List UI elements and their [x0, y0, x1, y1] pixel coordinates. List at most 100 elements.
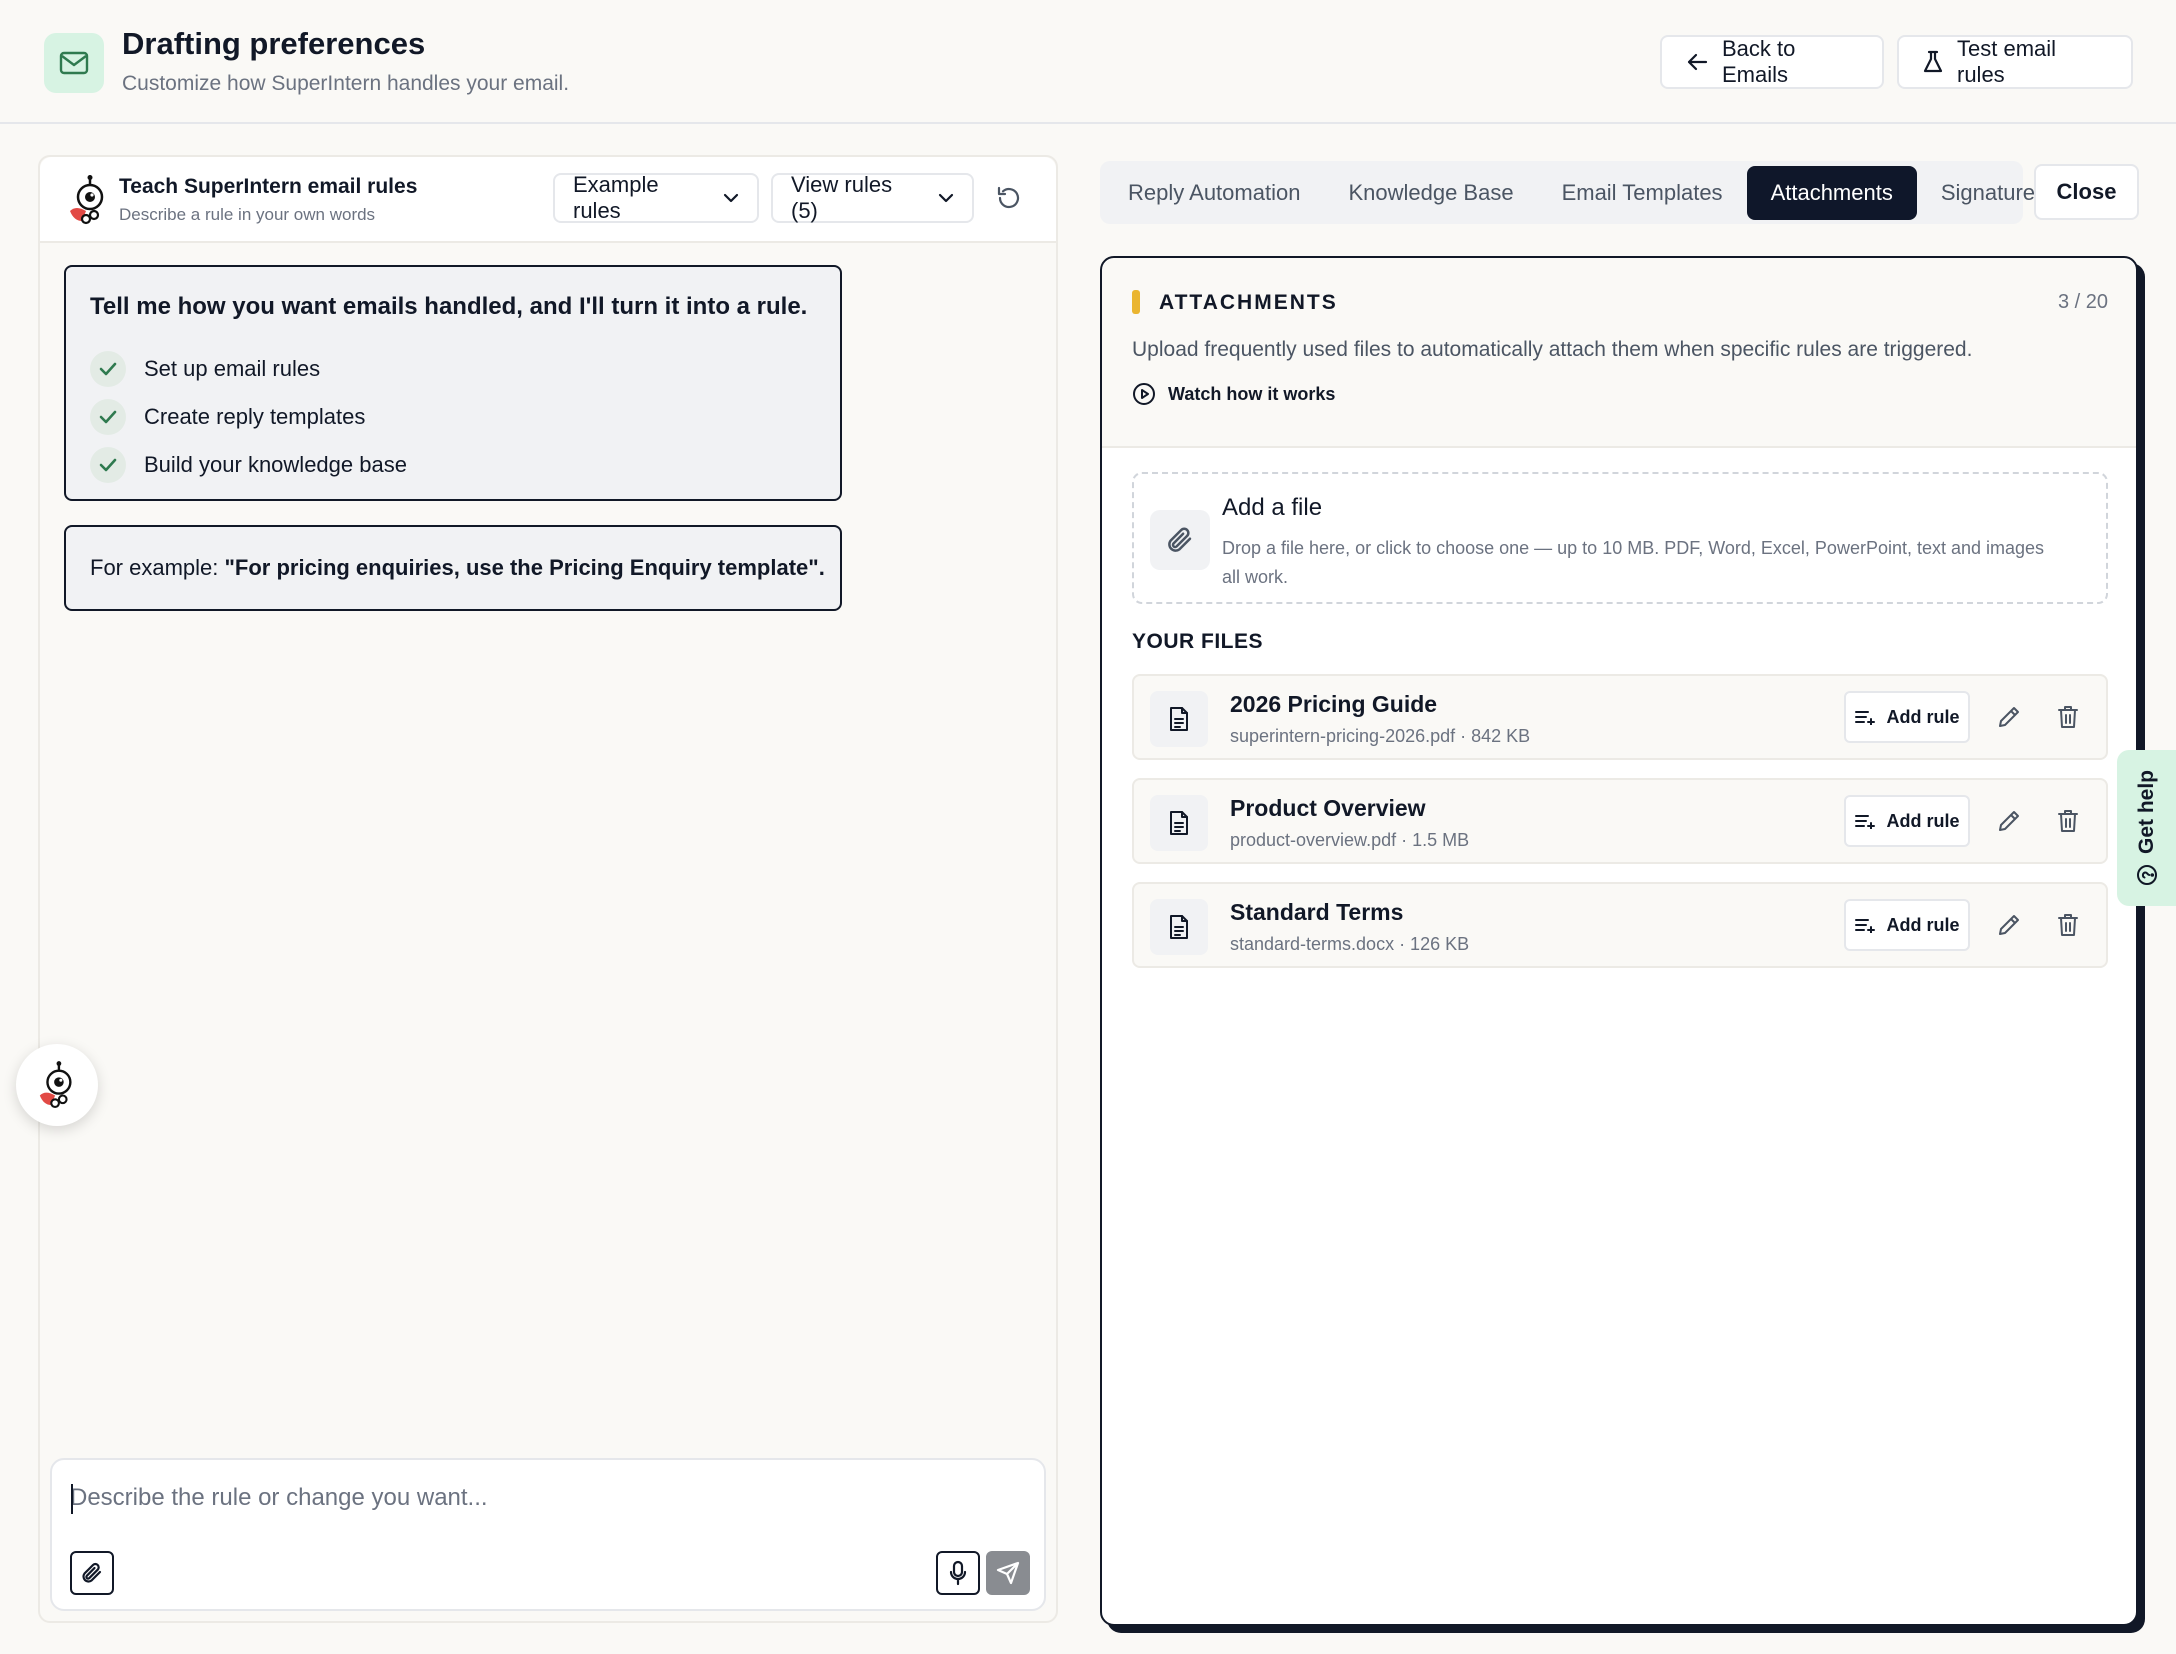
arrow-left-icon	[1686, 52, 1708, 72]
file-meta: standard-terms.docx · 126 KB	[1230, 934, 1470, 954]
add-rule-button[interactable]: Add rule	[1844, 899, 1970, 951]
list-add-icon	[1854, 917, 1876, 933]
tab-reply-automation[interactable]: Reply Automation	[1104, 166, 1324, 220]
voice-input-button[interactable]	[936, 1551, 980, 1595]
tab-knowledge-base[interactable]: Knowledge Base	[1324, 166, 1537, 220]
send-icon	[996, 1561, 1020, 1585]
check-icon	[90, 447, 126, 483]
attachments-panel: ATTACHMENTS 3 / 20 Upload frequently use…	[1100, 256, 2138, 1626]
file-meta: superintern-pricing-2026.pdf · 842 KB	[1230, 726, 1531, 746]
attachments-heading: ATTACHMENTS	[1159, 291, 1338, 314]
file-name: Standard Terms	[1230, 899, 1404, 925]
add-rule-button[interactable]: Add rule	[1844, 691, 1970, 743]
check-icon	[90, 351, 126, 387]
superintern-bot-icon	[66, 175, 110, 225]
check-icon	[90, 399, 126, 435]
help-circle-icon	[2136, 864, 2158, 886]
assistant-bot-button[interactable]	[16, 1044, 98, 1126]
example-rules-dropdown[interactable]: Example rules	[553, 172, 759, 223]
add-rule-label: Add rule	[1886, 810, 1960, 831]
example-text: For example: "For pricing enquiries, use…	[90, 555, 825, 581]
example-prefix: For example:	[90, 555, 225, 580]
add-rule-label: Add rule	[1886, 914, 1960, 935]
document-icon	[1150, 795, 1208, 851]
send-button[interactable]	[986, 1551, 1030, 1595]
microphone-icon	[949, 1560, 967, 1586]
rule-chat-title: Teach SuperIntern email rules	[119, 175, 418, 198]
example-card: For example: "For pricing enquiries, use…	[64, 525, 842, 611]
reset-conversation-icon[interactable]	[995, 184, 1023, 212]
example-rules-label: Example rules	[573, 172, 659, 223]
settings-tabs: Reply Automation Knowledge Base Email Te…	[1100, 161, 2035, 224]
dropzone-title: Add a file	[1222, 494, 1323, 521]
watch-how-it-works-link[interactable]: Watch how it works	[1132, 382, 1335, 406]
get-help-content: Get help	[2135, 770, 2159, 886]
mail-icon	[44, 33, 104, 93]
page-subtitle: Customize how SuperIntern handles your e…	[122, 72, 570, 95]
list-item: Build your knowledge base	[90, 441, 407, 489]
test-email-rules-label: Test email rules	[1957, 36, 2057, 87]
get-help-label: Get help	[2134, 769, 2158, 855]
rule-chat-header: Teach SuperIntern email rules Describe a…	[40, 157, 1056, 243]
example-quote: "For pricing enquiries, use the Pricing …	[224, 555, 825, 580]
file-name: 2026 Pricing Guide	[1230, 691, 1438, 717]
paperclip-icon	[81, 1561, 103, 1585]
intro-title: Tell me how you want emails handled, and…	[90, 293, 808, 320]
superintern-bot-icon	[36, 1061, 78, 1109]
checklist-label: Set up email rules	[144, 356, 321, 381]
document-icon	[1150, 691, 1208, 747]
watch-how-it-works-label: Watch how it works	[1168, 383, 1336, 404]
attach-file-button[interactable]	[70, 1551, 114, 1595]
list-add-icon	[1854, 813, 1876, 829]
test-email-rules-button[interactable]: Test email rules	[1897, 35, 2133, 89]
file-row: 2026 Pricing Guide superintern-pricing-2…	[1132, 674, 2108, 760]
get-help-button[interactable]: Get help	[2117, 750, 2176, 906]
dropzone-subtitle: Drop a file here, or click to choose one…	[1222, 538, 2045, 587]
trash-icon[interactable]	[2056, 808, 2084, 836]
chevron-down-icon	[938, 193, 954, 203]
view-rules-label: View rules (5)	[791, 172, 893, 223]
view-rules-dropdown[interactable]: View rules (5)	[771, 172, 974, 223]
pencil-icon[interactable]	[1996, 704, 2024, 732]
file-meta: product-overview.pdf · 1.5 MB	[1230, 830, 1470, 850]
close-button[interactable]: Close	[2034, 164, 2139, 220]
attachments-header: ATTACHMENTS 3 / 20 Upload frequently use…	[1102, 258, 2136, 448]
trash-icon[interactable]	[2056, 912, 2084, 940]
file-row: Product Overview product-overview.pdf · …	[1132, 778, 2108, 864]
back-to-emails-label: Back to Emails	[1722, 36, 1796, 87]
pencil-icon[interactable]	[1996, 808, 2024, 836]
tab-attachments[interactable]: Attachments	[1746, 165, 1917, 220]
trash-icon[interactable]	[2056, 704, 2084, 732]
intro-card: Tell me how you want emails handled, and…	[64, 265, 842, 501]
checklist-label: Create reply templates	[144, 404, 366, 429]
section-accent-bar	[1132, 290, 1140, 314]
list-item: Create reply templates	[90, 393, 407, 441]
paperclip-icon	[1150, 510, 1210, 570]
flask-icon	[1923, 50, 1943, 74]
rule-chat-panel: Teach SuperIntern email rules Describe a…	[38, 155, 1058, 1623]
tab-email-templates[interactable]: Email Templates	[1538, 166, 1747, 220]
your-files-heading: YOUR FILES	[1132, 630, 1264, 653]
rule-input[interactable]	[70, 1478, 1020, 1518]
rule-composer	[50, 1458, 1046, 1611]
play-circle-icon	[1132, 382, 1156, 406]
list-item: Set up email rules	[90, 345, 407, 393]
back-to-emails-button[interactable]: Back to Emails	[1660, 35, 1884, 89]
pencil-icon[interactable]	[1996, 912, 2024, 940]
page-header: Drafting preferences Customize how Super…	[0, 0, 2176, 124]
text-caret	[71, 1484, 73, 1514]
add-rule-button[interactable]: Add rule	[1844, 795, 1970, 847]
file-name: Product Overview	[1230, 795, 1426, 821]
attachments-count: 3 / 20	[2057, 291, 2108, 313]
rule-chat-subtitle: Describe a rule in your own words	[119, 205, 376, 224]
checklist-label: Build your knowledge base	[144, 452, 407, 477]
attachments-description: Upload frequently used files to automati…	[1132, 338, 1973, 361]
document-icon	[1150, 899, 1208, 955]
chevron-down-icon	[723, 193, 739, 203]
feature-checklist: Set up email rules Create reply template…	[90, 345, 407, 489]
add-rule-label: Add rule	[1886, 706, 1960, 727]
list-add-icon	[1854, 709, 1876, 725]
page-title: Drafting preferences	[122, 26, 426, 61]
file-row: Standard Terms standard-terms.docx · 126…	[1132, 882, 2108, 968]
file-dropzone[interactable]: Add a file Drop a file here, or click to…	[1132, 472, 2108, 604]
